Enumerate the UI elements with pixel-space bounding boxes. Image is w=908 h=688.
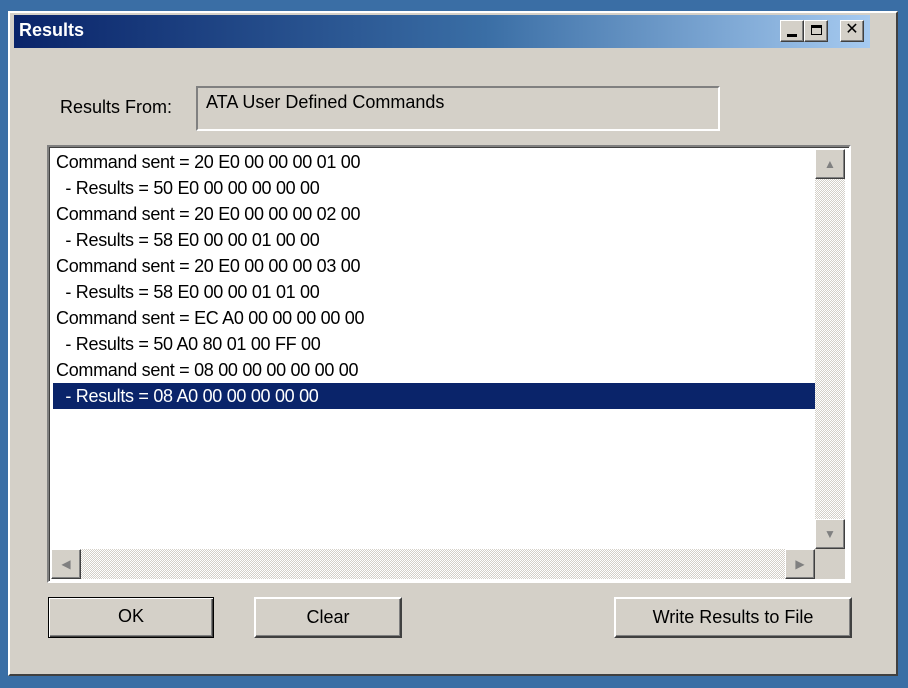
- vertical-scrollbar[interactable]: ▲ ▼: [815, 149, 845, 549]
- results-list: Command sent = 20 E0 00 00 00 01 00 - Re…: [53, 149, 815, 409]
- scroll-up-button[interactable]: ▲: [815, 149, 845, 179]
- scroll-right-button[interactable]: ▶: [785, 549, 815, 579]
- window-title: Results: [19, 20, 85, 40]
- scrollbar-corner: [815, 549, 845, 579]
- list-item[interactable]: - Results = 50 E0 00 00 00 00 00: [53, 175, 815, 201]
- clear-button[interactable]: Clear: [254, 597, 402, 638]
- title-bar[interactable]: Results ✕: [14, 15, 870, 48]
- list-item[interactable]: - Results = 58 E0 00 00 01 00 00: [53, 227, 815, 253]
- minimize-icon: [787, 34, 797, 37]
- list-item[interactable]: Command sent = EC A0 00 00 00 00 00: [53, 305, 815, 331]
- close-button[interactable]: ✕: [840, 20, 864, 42]
- maximize-icon: [810, 25, 822, 35]
- ok-button[interactable]: OK: [48, 597, 214, 638]
- results-from-label: Results From:: [60, 97, 173, 117]
- arrow-right-icon: ▶: [795, 557, 805, 571]
- list-item[interactable]: Command sent = 20 E0 00 00 00 02 00: [53, 201, 815, 227]
- write-results-to-file-button[interactable]: Write Results to File: [614, 597, 852, 638]
- list-item[interactable]: - Results = 58 E0 00 00 01 01 00: [53, 279, 815, 305]
- horizontal-scrollbar[interactable]: ◀ ▶: [51, 549, 815, 579]
- arrow-left-icon: ◀: [61, 557, 71, 571]
- results-from-value: ATA User Defined Commands: [206, 92, 445, 112]
- scroll-down-button[interactable]: ▼: [815, 519, 845, 549]
- arrow-down-icon: ▼: [824, 527, 836, 541]
- list-item[interactable]: Command sent = 08 00 00 00 00 00 00: [53, 357, 815, 383]
- list-item[interactable]: - Results = 08 A0 00 00 00 00 00: [53, 383, 815, 409]
- arrow-up-icon: ▲: [824, 157, 836, 171]
- results-from-field: ATA User Defined Commands: [196, 86, 720, 131]
- scroll-left-button[interactable]: ◀: [51, 549, 81, 579]
- minimize-button[interactable]: [780, 20, 804, 42]
- list-item[interactable]: Command sent = 20 E0 00 00 00 03 00: [53, 253, 815, 279]
- list-item[interactable]: - Results = 50 A0 80 01 00 FF 00: [53, 331, 815, 357]
- maximize-button[interactable]: [804, 20, 828, 42]
- results-listbox[interactable]: Command sent = 20 E0 00 00 00 01 00 - Re…: [47, 145, 851, 583]
- list-item[interactable]: Command sent = 20 E0 00 00 00 01 00: [53, 149, 815, 175]
- close-icon: ✕: [845, 21, 859, 38]
